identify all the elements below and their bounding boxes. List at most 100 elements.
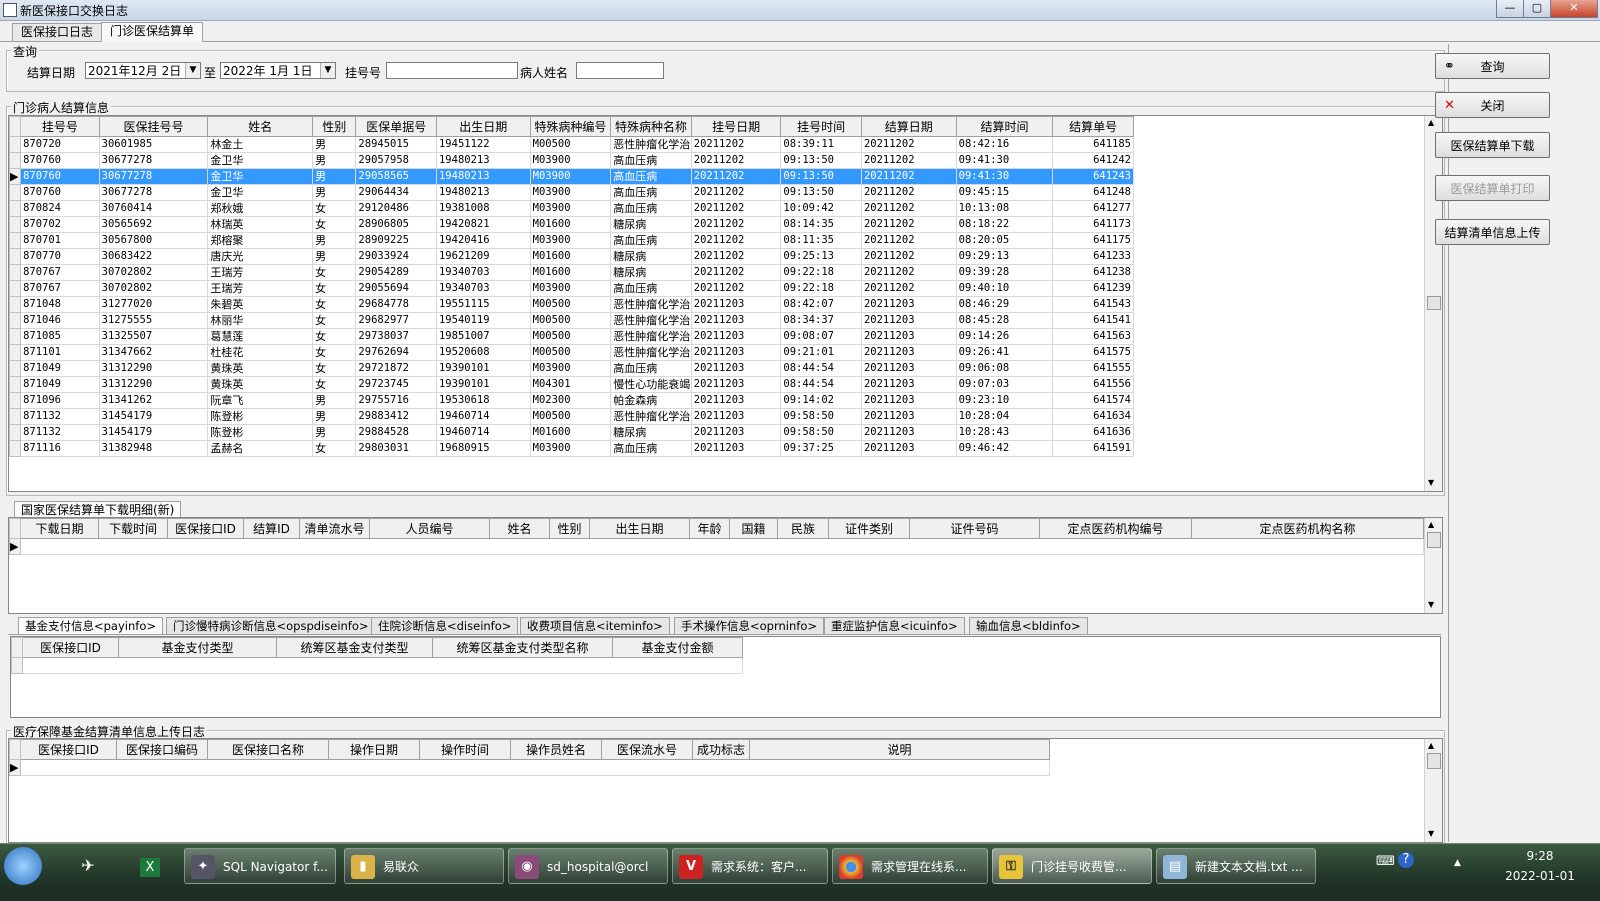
table-cell[interactable]: 871101 [20,344,100,361]
table-cell[interactable]: 19340703 [435,264,531,281]
table-cell[interactable]: 20211202 [690,248,782,265]
settlement-column-header[interactable]: 挂号时间 [780,116,862,137]
table-cell[interactable]: 31382948 [98,440,209,457]
tab-opspdiseinfo[interactable]: 门诊慢特病诊断信息<opspdiseinfo> [166,617,376,634]
table-cell[interactable]: 30683422 [98,248,209,265]
table-cell[interactable]: 31277020 [98,296,209,313]
table-cell[interactable]: 641242 [1052,152,1134,169]
table-cell[interactable]: 高血压病 [610,232,692,249]
fund-column-header[interactable]: 基金支付金额 [612,637,743,658]
table-cell[interactable]: 30677278 [98,184,209,201]
tab-payinfo[interactable]: 基金支付信息<payinfo> [18,617,163,634]
scroll-down-arrow[interactable]: ▼ [1428,600,1434,609]
table-cell[interactable]: M00500 [529,296,612,313]
table-cell[interactable]: 19480213 [435,152,531,169]
table-cell[interactable]: 870767 [20,280,100,297]
table-cell[interactable]: 女 [312,280,357,297]
bird-app-icon[interactable]: ✈ [68,848,108,884]
table-cell[interactable]: M02300 [529,392,612,409]
download-column-header[interactable]: 清单流水号 [299,518,370,539]
upload-list-button[interactable]: 结算清单信息上传 [1435,219,1550,245]
upload_log-column-header[interactable]: 说明 [749,739,1050,760]
table-cell[interactable]: 20211202 [860,168,957,185]
settlement-column-header[interactable]: 结算日期 [860,116,957,137]
table-cell[interactable]: 男 [312,184,357,201]
table-cell[interactable]: M00500 [529,136,612,153]
table-cell[interactable]: 20211202 [860,200,957,217]
query-button[interactable]: ⚭ 查询 [1435,53,1550,79]
table-cell[interactable]: 30702802 [98,280,209,297]
table-cell[interactable]: 20211203 [860,392,957,409]
table-cell[interactable]: 28945015 [355,136,437,153]
settlement-column-header[interactable]: 结算单号 [1052,116,1134,137]
table-row[interactable]: 870760 30677278 金卫华男 29057958 19480213 M03900… [9,152,1134,169]
table-cell[interactable]: 08:42:16 [955,136,1054,153]
table-cell[interactable]: 20211202 [860,232,957,249]
table-cell[interactable]: 金卫华 [207,152,314,169]
upload-log-grid[interactable]: 医保接口ID 医保接口编码 医保接口名称 操作日期 操作时间 操作员姓名 医保流水号 成功标志… [8,738,1443,843]
upload_log-column-header[interactable]: 操作员姓名 [510,739,602,760]
table-cell[interactable]: M01600 [529,424,612,441]
table-cell[interactable]: 641238 [1052,264,1134,281]
chevron-down-icon[interactable]: ▼ [185,63,200,78]
table-cell[interactable]: 男 [312,152,357,169]
settlement-column-header[interactable]: 医保挂号号 [98,116,209,137]
upload_log-column-header[interactable]: 医保流水号 [601,739,693,760]
table-cell[interactable]: 女 [312,360,357,377]
table-cell[interactable]: M01600 [529,264,612,281]
table-cell[interactable]: 09:58:50 [780,424,862,441]
table-cell[interactable]: 08:46:29 [955,296,1054,313]
table-cell[interactable]: 870760 [20,184,100,201]
table-cell[interactable]: 641591 [1052,440,1134,457]
table-cell[interactable]: 30702802 [98,264,209,281]
tab-diseinfo[interactable]: 住院诊断信息<diseinfo> [371,617,519,634]
taskbar-item-notepad[interactable]: ▤ 新建文本文档.txt ... [1156,848,1316,884]
table-cell[interactable]: M03900 [529,184,612,201]
table-cell[interactable]: 19460714 [435,408,531,425]
table-cell[interactable]: 08:11:35 [780,232,862,249]
minimize-button[interactable]: — [1496,0,1524,18]
table-row[interactable]: 871132 31454179 陈登彬男 29884528 19460714 M01600… [9,424,1134,441]
table-row[interactable]: ▶ 870760 30677278 金卫华男 29058565 19480213 M0390… [9,168,1134,185]
table-cell[interactable]: 641277 [1052,200,1134,217]
scroll-thumb[interactable] [1427,296,1441,310]
table-row[interactable]: 871048 31277020 朱碧英女 29684778 19551115 M00500… [9,296,1134,313]
table-cell[interactable]: 陈登彬 [207,408,314,425]
table-cell[interactable]: 31325507 [98,328,209,345]
table-cell[interactable]: 10:28:43 [955,424,1054,441]
table-cell[interactable]: 871048 [20,296,100,313]
reg-no-input[interactable] [386,62,518,79]
table-cell[interactable]: 870701 [20,232,100,249]
table-cell[interactable]: 31312290 [98,376,209,393]
table-cell[interactable]: 871085 [20,328,100,345]
table-cell[interactable]: 09:26:41 [955,344,1054,361]
table-cell[interactable]: 20211203 [690,312,782,329]
table-cell[interactable]: 30677278 [98,168,209,185]
table-cell[interactable]: 09:40:10 [955,280,1054,297]
table-row[interactable]: 871049 31312290 黄珠英女 29721872 19390101 M03900… [9,360,1134,377]
table-cell[interactable]: 女 [312,296,357,313]
settlement-scrollbar[interactable]: ▲ ▼ [1424,116,1442,491]
scroll-down-arrow[interactable]: ▼ [1428,478,1434,487]
table-cell[interactable]: 19390101 [435,376,531,393]
table-cell[interactable]: 郑榕聚 [207,232,314,249]
show-hidden-icons-icon[interactable]: ▲ [1454,858,1461,868]
table-cell[interactable]: 08:44:54 [780,376,862,393]
table-cell[interactable]: 19420416 [435,232,531,249]
table-cell[interactable]: 641173 [1052,216,1134,233]
table-cell[interactable]: 高血压病 [610,168,692,185]
table-cell[interactable]: 高血压病 [610,440,692,457]
table-cell[interactable]: 高血压病 [610,360,692,377]
download-scrollbar[interactable]: ▲ ▼ [1424,518,1442,613]
table-cell[interactable]: 陈登彬 [207,424,314,441]
table-cell[interactable]: M01600 [529,216,612,233]
table-cell[interactable]: 20211203 [860,376,957,393]
table-cell[interactable]: 糖尿病 [610,264,692,281]
table-row[interactable]: 870770 30683422 唐庆光男 29033924 19621209 M01600… [9,248,1134,265]
table-cell[interactable]: 20211203 [690,328,782,345]
settlement-column-header[interactable]: 挂号号 [20,116,100,137]
upload_log-column-header[interactable]: 医保接口ID [20,739,117,760]
table-cell[interactable]: 09:06:08 [955,360,1054,377]
fund-column-header[interactable]: 基金支付类型 [118,637,277,658]
taskbar-item-sql-navigator[interactable]: ✦ SQL Navigator f... [184,848,336,884]
